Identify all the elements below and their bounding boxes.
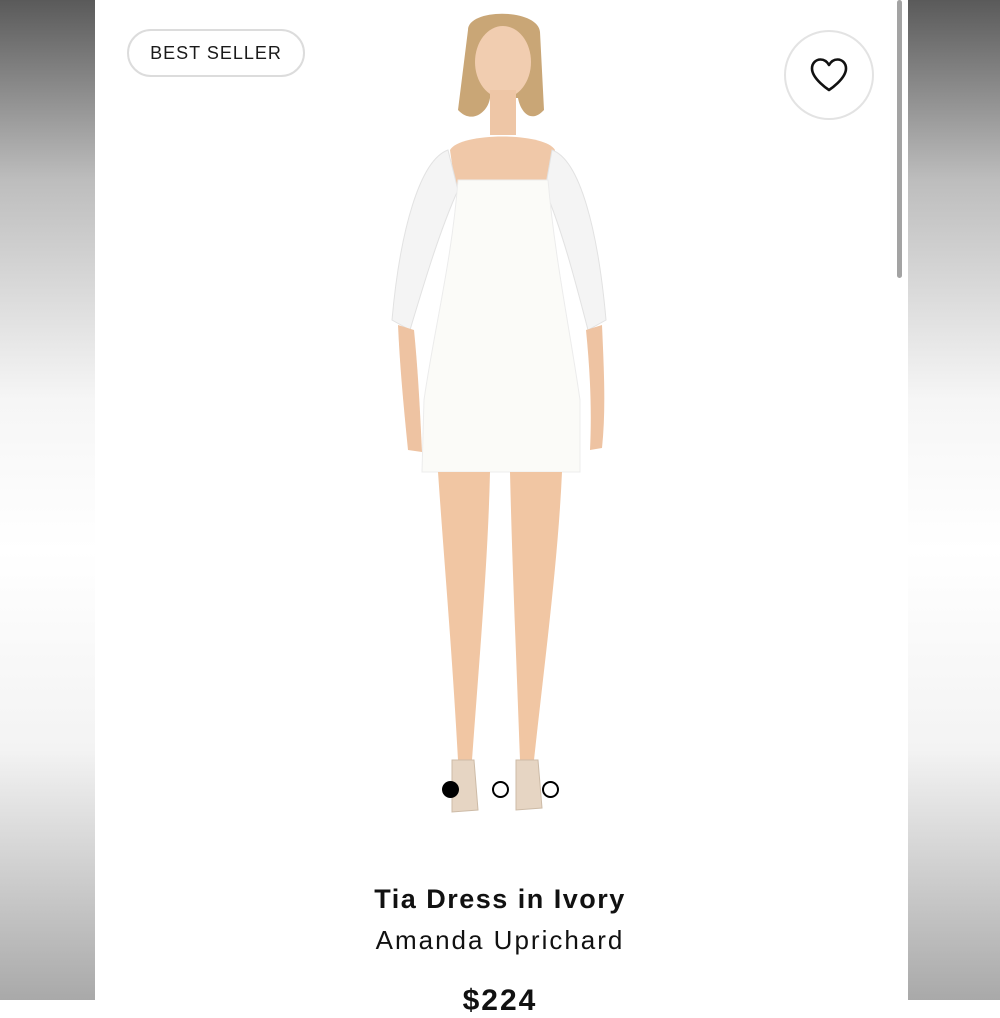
gallery-dot-3[interactable] [542, 781, 559, 798]
favorite-button[interactable] [784, 30, 874, 120]
gallery-dot-1[interactable] [442, 781, 459, 798]
scrollbar[interactable] [897, 0, 902, 278]
heart-icon [810, 58, 848, 92]
product-image[interactable] [340, 0, 660, 870]
gallery-dot-2[interactable] [492, 781, 509, 798]
best-seller-badge: BEST SELLER [127, 29, 305, 77]
product-brand[interactable]: Amanda Uprichard [0, 925, 1000, 956]
product-price: $224 [462, 984, 538, 1017]
product-name: Tia Dress in Ivory [374, 884, 626, 914]
gallery-pagination [0, 781, 1000, 799]
blurred-background-right [908, 0, 1000, 1000]
blurred-background-left [0, 0, 95, 1000]
